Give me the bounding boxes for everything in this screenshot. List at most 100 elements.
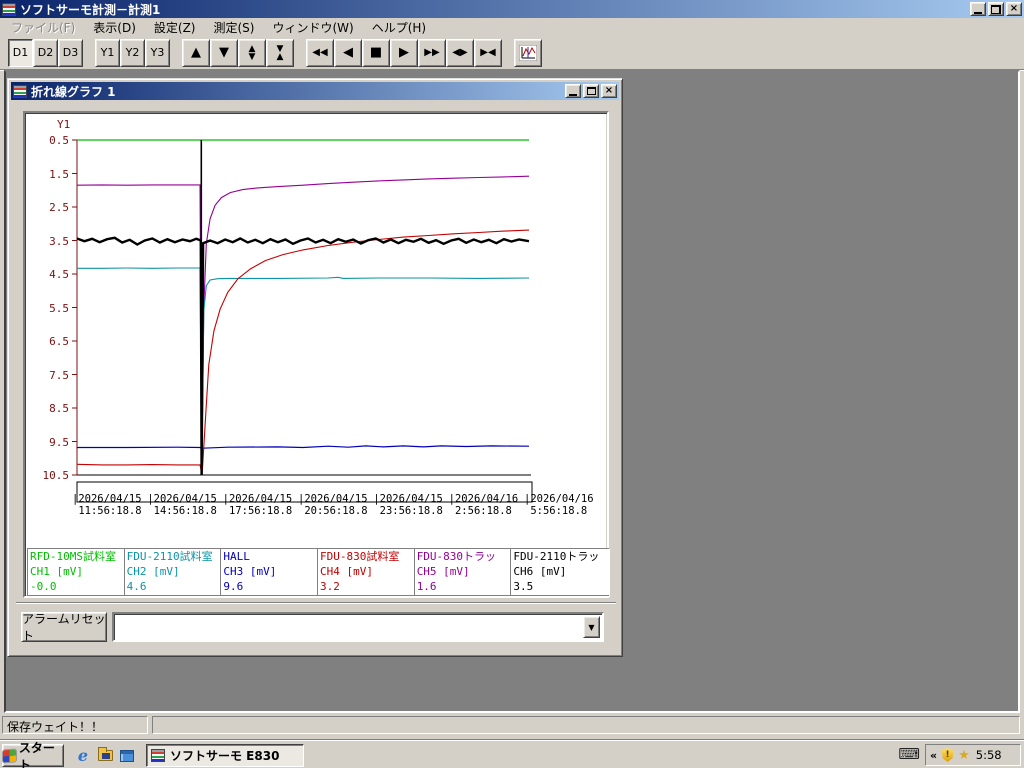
task-button-softthermo[interactable]: ソフトサーモ E830	[146, 744, 304, 767]
step-forward-icon: ▶	[399, 45, 409, 60]
channel-unit: CH4 [mV]	[320, 565, 373, 578]
scroll-down-button[interactable]: ▼	[210, 38, 238, 67]
stop-button[interactable]: ■	[362, 38, 390, 67]
legend-cell-ch5: FDU-830トラッ CH5 [mV] 1.6	[415, 549, 512, 595]
channel-name: FDU-2110試料室	[126, 550, 213, 563]
step-back-button[interactable]: ◀	[334, 38, 362, 67]
y-tick-label: 9.5	[49, 435, 69, 449]
restore-icon	[991, 4, 1001, 14]
taskbar: スタート e ソフトサーモ E830 ⌨ « ! ★ 5:58	[0, 740, 1024, 768]
menu-help[interactable]: ヘルプ(H)	[363, 18, 435, 37]
graph-close-button[interactable]: ×	[601, 84, 617, 98]
chart-icon	[519, 44, 537, 61]
channel-value: -0.0	[30, 580, 57, 593]
chart-panel: Y1 RFD-10MS試料室 CH1 [mV] -0.0 FDU-2110試料室…	[23, 111, 609, 598]
scroll-down-icon: ▼	[219, 45, 229, 60]
d3-button[interactable]: D3	[58, 38, 83, 67]
menu-file[interactable]: ファイル(F)	[2, 18, 84, 37]
step-back-icon: ◀	[343, 45, 353, 60]
channel-unit: CH6 [mV]	[513, 565, 567, 578]
y-tick-label: 1.5	[49, 167, 69, 181]
fast-forward-button[interactable]: ▶▶	[418, 38, 446, 67]
y-tick-label: 2.5	[49, 201, 69, 214]
channel-unit: CH5 [mV]	[416, 565, 470, 578]
statusbar: 保存ウェイト！！	[0, 713, 1024, 736]
mdi-client-area: 折れ線グラフ 1 × Y1 RFD-10MS試料室 CH1 [mV] -0.0	[4, 70, 1020, 713]
d1-button[interactable]: D1	[8, 38, 33, 67]
desktop: { "window": { "title": "ソフトサーモ計測－計測1" },…	[0, 0, 1024, 768]
y-tick-label: 7.5	[49, 368, 69, 382]
restore-button[interactable]	[988, 2, 1004, 16]
step-forward-button[interactable]: ▶	[390, 38, 418, 67]
show-desktop-button[interactable]	[116, 744, 138, 767]
minimize-icon	[974, 11, 982, 14]
graph-minimize-button[interactable]	[565, 84, 581, 98]
close-icon: ×	[1009, 3, 1019, 14]
folder-icon	[97, 747, 113, 761]
menu-window[interactable]: ウィンドウ(W)	[263, 18, 362, 37]
hide-tray-icons-chevron[interactable]: «	[930, 749, 937, 762]
start-button[interactable]: スタート	[2, 741, 64, 768]
scroll-up-button[interactable]: ▲	[182, 38, 210, 67]
task-button-label: ソフトサーモ E830	[170, 749, 280, 763]
vertical-scroll-group: ▲ ▼ ▲ ▼ ▼ ▲	[182, 38, 294, 67]
tray-clock: 5:58	[975, 748, 1002, 762]
x-tick-label: |2026/04/15 14:56:18.8	[147, 493, 217, 517]
combobox-dropdown-button[interactable]: ▼	[583, 616, 600, 638]
channel-unit: CH1 [mV]	[30, 565, 83, 578]
legend-cell-ch1: RFD-10MS試料室 CH1 [mV] -0.0	[28, 549, 125, 595]
status-message: 保存ウェイト！！	[2, 716, 148, 734]
chart-settings-button[interactable]	[514, 38, 542, 67]
desktop-folder-button[interactable]	[94, 744, 116, 767]
x-tick-label: |2026/04/15 23:56:18.8	[373, 493, 443, 517]
graph-maximize-button[interactable]	[583, 84, 599, 98]
d2-button[interactable]: D2	[33, 38, 58, 67]
compress-horizontal-button[interactable]: ▶◀	[474, 38, 502, 67]
y3-button[interactable]: Y3	[145, 38, 170, 67]
main-titlebar: ソフトサーモ計測－計測1 ×	[0, 0, 1024, 18]
expand-vertical-button[interactable]: ▲ ▼	[238, 38, 266, 67]
channel-legend: RFD-10MS試料室 CH1 [mV] -0.0 FDU-2110試料室 CH…	[27, 548, 609, 596]
y2-button[interactable]: Y2	[120, 38, 145, 67]
launch-ie-button[interactable]: e	[72, 744, 94, 767]
channel-value: 3.5	[513, 580, 534, 593]
menu-view[interactable]: 表示(D)	[84, 18, 145, 37]
compress-vertical-button[interactable]: ▼ ▲	[266, 38, 294, 67]
channel-value: 3.2	[320, 580, 340, 593]
graph-window-icon	[13, 84, 27, 98]
menu-settings[interactable]: 設定(Z)	[145, 18, 205, 37]
fast-rewind-button[interactable]: ◀◀	[306, 38, 334, 67]
legend-cell-ch2: FDU-2110試料室 CH2 [mV] 4.6	[125, 549, 222, 595]
windows-logo-icon	[3, 749, 16, 762]
line-chart	[72, 139, 533, 503]
alarm-combobox[interactable]: ▼	[112, 612, 604, 642]
security-shield-icon[interactable]: !	[941, 748, 954, 762]
display-button-group: D1 D2 D3	[8, 38, 83, 67]
channel-name: RFD-10MS試料室	[30, 550, 116, 563]
compress-horizontal-icon: ▶◀	[480, 46, 496, 58]
stop-icon: ■	[369, 45, 383, 60]
toolbar: D1 D2 D3 Y1 Y2 Y3 ▲ ▼ ▲ ▼ ▼ ▲ ◀◀ ◀ ■ ▶ ▶▶ …	[0, 36, 1024, 70]
y-tick-label: 10.5	[42, 469, 70, 482]
start-label: スタート	[18, 740, 55, 768]
star-icon[interactable]: ★	[958, 748, 970, 763]
scroll-up-icon: ▲	[191, 45, 201, 60]
minimize-button[interactable]	[970, 2, 986, 16]
menu-measure[interactable]: 測定(S)	[204, 18, 263, 37]
alarm-reset-button[interactable]: アラームリセット	[21, 612, 107, 643]
close-button[interactable]: ×	[1006, 2, 1022, 16]
legend-cell-ch6: FDU-2110トラッ CH6 [mV] 3.5	[511, 549, 608, 595]
window-title: ソフトサーモ計測－計測1	[20, 2, 161, 17]
y-tick-label: 3.5	[49, 234, 69, 248]
keyboard-language-icon[interactable]: ⌨	[898, 745, 920, 763]
expand-horizontal-button[interactable]: ◀▶	[446, 38, 474, 67]
app-icon	[2, 2, 16, 16]
legend-cell-ch3: HALL CH3 [mV] 9.6	[221, 549, 319, 595]
chart-area: Y1 RFD-10MS試料室 CH1 [mV] -0.0 FDU-2110試料室…	[27, 115, 609, 596]
y1-button[interactable]: Y1	[95, 38, 120, 67]
graph-window: 折れ線グラフ 1 × Y1 RFD-10MS試料室 CH1 [mV] -0.0	[7, 78, 623, 657]
channel-unit: CH2 [mV]	[126, 565, 180, 578]
channel-value: 1.6	[416, 580, 437, 593]
channel-name: HALL	[223, 550, 250, 563]
x-tick-label: |2026/04/16 2:56:18.8	[448, 493, 519, 517]
